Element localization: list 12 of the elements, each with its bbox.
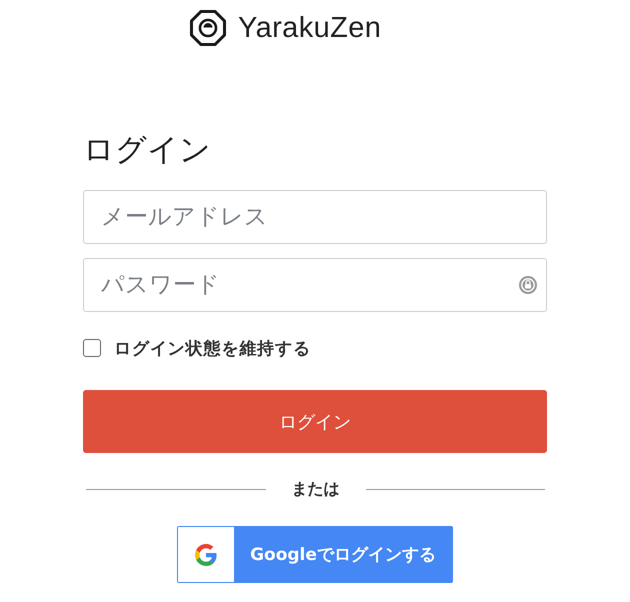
google-login-button[interactable]: Googleでログインする xyxy=(177,526,453,583)
password-field[interactable]: パスワード xyxy=(83,258,547,312)
divider-text: または xyxy=(290,478,340,500)
login-button[interactable]: ログイン xyxy=(83,390,547,453)
email-field[interactable]: メールアドレス xyxy=(83,190,547,244)
remember-label[interactable]: ログイン状態を維持する xyxy=(114,336,311,360)
google-g-icon xyxy=(195,544,217,566)
logo-text: YarakuZen xyxy=(238,11,382,46)
page-heading: ログイン xyxy=(83,131,211,170)
remember-checkbox[interactable] xyxy=(83,339,101,357)
logo-icon xyxy=(190,10,226,46)
lock-icon[interactable] xyxy=(518,275,538,295)
